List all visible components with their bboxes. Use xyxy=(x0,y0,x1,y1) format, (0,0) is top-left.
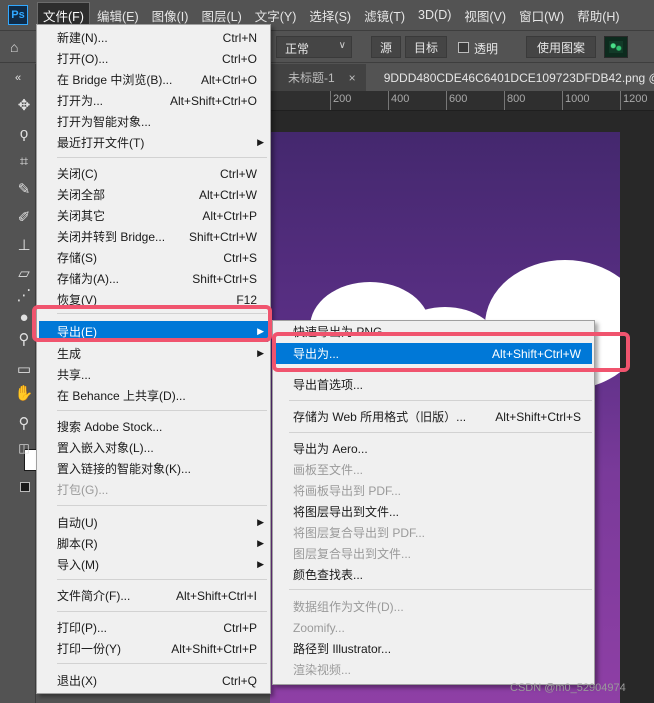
transparent-label: 透明 xyxy=(474,42,499,56)
menu-item-share-behance[interactable]: 在 Behance 上共享(D)... xyxy=(39,385,268,406)
chevron-right-icon: ▶ xyxy=(257,348,264,358)
dodge-tool-icon[interactable]: ● xyxy=(14,308,34,328)
hand-tool-icon[interactable]: ✋ xyxy=(14,384,34,404)
pattern-swatch[interactable] xyxy=(604,36,628,58)
ruler-tick: 200 xyxy=(333,93,352,105)
zoom-tool-icon[interactable]: ⚲ xyxy=(14,414,34,434)
menu-item-exit[interactable]: 退出(X) Ctrl+Q xyxy=(39,670,268,691)
menu-item-zoomify: Zoomify... xyxy=(293,620,345,635)
menu-item-browse-bridge[interactable]: 在 Bridge 中浏览(B)... Alt+Ctrl+O xyxy=(39,69,268,90)
file-menu-dropdown: 新建(N)... Ctrl+N 打开(O)... Ctrl+O 在 Bridge 中… xyxy=(36,24,271,694)
menu-item-render-video: 渲染视频... xyxy=(293,663,352,677)
menu-item-save-for-web[interactable]: 存储为 Web 所用格式（旧版）... Alt+Shift+Ctrl+S xyxy=(275,406,592,427)
blend-mode-value: 正常 xyxy=(285,42,310,56)
menu-item-open-as[interactable]: 打开为... Alt+Shift+Ctrl+O xyxy=(39,90,268,111)
tools-panel: « ✥ ϙ ⌗ ✎ ✐ ⊥ ▱ ⋰ ● ⚲ ▭ ✋ ⚲ ◫ xyxy=(0,64,38,703)
eraser-tool-icon[interactable]: ▱ xyxy=(14,264,34,284)
watermark-text: CSDN @m0_52904974 xyxy=(510,682,626,694)
ruler-tick: 800 xyxy=(507,93,526,105)
target-button[interactable]: 目标 xyxy=(405,36,447,58)
menu-window[interactable]: 窗口(W) xyxy=(514,3,569,27)
document-tabs: 未标题-1 × 9DDD480CDE46C6401DCE109723DFDB42… xyxy=(270,64,654,91)
ruler-tick: 1000 xyxy=(565,93,590,105)
menu-item-layer-comps-to-pdf: 将图层复合导出到 PDF... xyxy=(293,526,426,540)
menu-item-paths-to-illustrator[interactable]: 路径到 Illustrator... xyxy=(275,638,592,659)
chevron-right-icon: ▶ xyxy=(257,538,264,548)
menu-item-scripts[interactable]: 脚本(R) ▶ xyxy=(39,533,268,554)
menu-item-export-preferences[interactable]: 导出首选项... xyxy=(275,374,592,395)
use-pattern-button[interactable]: 使用图案 xyxy=(526,36,596,58)
menu-view[interactable]: 视图(V) xyxy=(459,3,511,27)
tab-label: 未标题-1 xyxy=(288,71,335,85)
menu-item-file-info[interactable]: 文件简介(F)... Alt+Shift+Ctrl+I xyxy=(39,585,268,606)
stamp-tool-icon[interactable]: ⊥ xyxy=(14,236,34,256)
source-button[interactable]: 源 xyxy=(371,36,401,58)
crop-tool-icon[interactable]: ⌗ xyxy=(14,152,34,172)
menu-filter[interactable]: 滤镜(T) xyxy=(359,3,410,27)
menu-item-recent-files[interactable]: 最近打开文件(T) ▶ xyxy=(39,132,268,153)
collapse-chevron-icon[interactable]: « xyxy=(8,68,28,88)
menu-item-close[interactable]: 关闭(C) Ctrl+W xyxy=(39,163,268,184)
menu-3d[interactable]: 3D(D) xyxy=(413,3,456,27)
brush-tool-icon[interactable]: ✐ xyxy=(14,208,34,228)
chevron-right-icon: ▶ xyxy=(257,517,264,527)
quick-mask-icon[interactable]: ◫ xyxy=(14,438,34,458)
menu-item-close-all[interactable]: 关闭全部 Alt+Ctrl+W xyxy=(39,184,268,205)
eyedropper-tool-icon[interactable]: ✎ xyxy=(14,180,34,200)
menu-item-layer-comps-to-files: 图层复合导出到文件... xyxy=(293,547,412,561)
menu-item-save-as[interactable]: 存储为(A)... Shift+Ctrl+S xyxy=(39,268,268,289)
menu-item-open-smart-object[interactable]: 打开为智能对象... xyxy=(39,111,268,132)
tab-label: 9DDD480CDE46C6401DCE109723DFDB42.png @ xyxy=(383,70,654,85)
menu-item-close-go-bridge[interactable]: 关闭并转到 Bridge... Shift+Ctrl+W xyxy=(39,226,268,247)
menu-item-layers-to-files[interactable]: 将图层导出到文件... xyxy=(275,501,592,522)
menu-item-print[interactable]: 打印(P)... Ctrl+P xyxy=(39,617,268,638)
menu-item-search-stock[interactable]: 搜索 Adobe Stock... xyxy=(39,416,268,437)
menu-item-print-one[interactable]: 打印一份(Y) Alt+Shift+Ctrl+P xyxy=(39,638,268,659)
tab-untitled[interactable]: 未标题-1 × xyxy=(270,64,366,91)
menu-item-data-sets-as-files: 数据组作为文件(D)... xyxy=(293,600,404,614)
menu-item-close-others[interactable]: 关闭其它 Alt+Ctrl+P xyxy=(39,205,268,226)
horizontal-ruler: 200 400 600 800 1000 1200 xyxy=(270,91,654,111)
menu-item-export-aero[interactable]: 导出为 Aero... xyxy=(275,438,592,459)
ruler-tick: 1200 xyxy=(623,93,648,105)
lasso-tool-icon[interactable]: ϙ xyxy=(14,124,34,144)
menu-select[interactable]: 选择(S) xyxy=(304,3,356,27)
ruler-tick: 400 xyxy=(391,93,410,105)
menu-item-share[interactable]: 共享... xyxy=(39,364,268,385)
background-color-swatch[interactable] xyxy=(20,482,30,492)
menu-item-artboards-to-files: 画板至文件... xyxy=(293,463,364,477)
chevron-down-icon: ∨ xyxy=(338,40,346,51)
search-icon[interactable]: ⚲ xyxy=(14,330,34,350)
close-icon[interactable]: × xyxy=(349,71,356,85)
chevron-right-icon: ▶ xyxy=(257,559,264,569)
tab-png-document[interactable]: 9DDD480CDE46C6401DCE109723DFDB42.png @ xyxy=(365,64,654,91)
menu-item-place-embedded[interactable]: 置入嵌入对象(L)... xyxy=(39,437,268,458)
menu-item-automate[interactable]: 自动(U) ▶ xyxy=(39,512,268,533)
history-brush-icon[interactable]: ⋰ xyxy=(14,286,34,306)
move-tool-icon[interactable]: ✥ xyxy=(14,96,34,116)
menu-item-open[interactable]: 打开(O)... Ctrl+O xyxy=(39,48,268,69)
transparent-checkbox[interactable] xyxy=(458,42,469,53)
menu-item-place-linked[interactable]: 置入链接的智能对象(K)... xyxy=(39,458,268,479)
ruler-tick: 600 xyxy=(449,93,468,105)
rectangle-tool-icon[interactable]: ▭ xyxy=(14,360,34,380)
blend-mode-select[interactable]: 正常 ∨ xyxy=(276,36,352,58)
menu-item-save[interactable]: 存储(S) Ctrl+S xyxy=(39,247,268,268)
export-submenu: 快速导出为 PNG 导出为... Alt+Shift+Ctrl+W 导出首选项..… xyxy=(272,320,595,685)
menu-item-package: 打包(G)... xyxy=(57,483,109,497)
menu-item-import[interactable]: 导入(M) ▶ xyxy=(39,554,268,575)
menu-item-new[interactable]: 新建(N)... Ctrl+N xyxy=(39,27,268,48)
annotation-highlight-export xyxy=(32,305,272,342)
menu-item-artboards-to-pdf: 将画板导出到 PDF... xyxy=(293,484,402,498)
chevron-right-icon: ▶ xyxy=(257,137,264,147)
photoshop-logo-icon: Ps xyxy=(8,5,28,25)
menu-item-color-lookup-tables[interactable]: 颜色查找表... xyxy=(275,564,592,585)
home-icon[interactable]: ⌂ xyxy=(10,39,26,55)
menu-help[interactable]: 帮助(H) xyxy=(572,3,624,27)
menu-item-generate[interactable]: 生成 ▶ xyxy=(39,343,268,364)
annotation-highlight-export-as xyxy=(272,332,630,372)
